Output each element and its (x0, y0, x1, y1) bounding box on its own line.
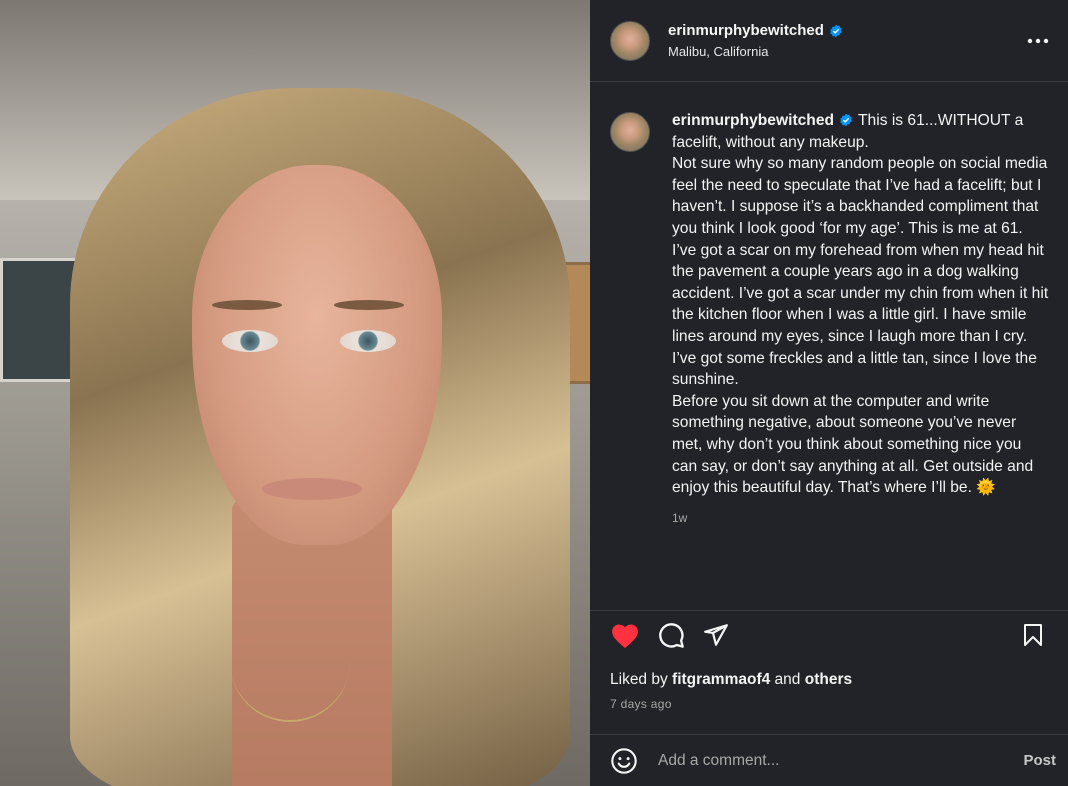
post-side-panel: erinmurphybewitched Malibu, California e… (590, 0, 1068, 786)
liked-by-prefix: Liked by (610, 671, 668, 688)
caption-text: This is 61...WITHOUT a facelift, without… (672, 112, 1049, 497)
sun-emoji: 🌞 (976, 479, 996, 497)
comment-input[interactable] (656, 750, 1024, 771)
post-photo[interactable] (0, 0, 590, 786)
header-location[interactable]: Malibu, California (668, 44, 1026, 59)
caption-username[interactable]: erinmurphybewitched (672, 112, 834, 129)
header-username[interactable]: erinmurphybewitched (668, 22, 824, 39)
heart-icon[interactable] (610, 622, 640, 649)
more-options-icon[interactable] (1026, 29, 1050, 53)
caption-avatar[interactable] (610, 112, 650, 152)
liked-by-others[interactable]: others (805, 671, 852, 688)
photo-brow-left (212, 300, 282, 310)
liked-by-and: and (774, 671, 801, 688)
liked-by-user[interactable]: fitgrammaof4 (672, 671, 770, 688)
caption: erinmurphybewitched This is 61...WITHOUT … (672, 110, 1050, 499)
caption-wrap: erinmurphybewitched This is 61...WITHOUT … (672, 110, 1050, 525)
verified-badge-icon (830, 24, 842, 37)
comment-icon[interactable] (657, 621, 685, 649)
photo-eye-left (222, 330, 278, 352)
post-comment-button[interactable]: Post (1023, 752, 1056, 769)
action-bar: Liked by fitgrammaof4 and others 7 days … (590, 610, 1068, 711)
post-header: erinmurphybewitched Malibu, California (590, 0, 1068, 82)
verified-badge-icon (840, 113, 852, 127)
photo-brow-right (334, 300, 404, 310)
share-icon[interactable] (702, 622, 730, 648)
comment-bar: Post (590, 734, 1068, 786)
photo-lips (262, 478, 362, 500)
caption-timestamp[interactable]: 1w (672, 511, 1050, 525)
emoji-icon[interactable] (610, 747, 638, 775)
caption-section: erinmurphybewitched This is 61...WITHOUT … (590, 82, 1068, 525)
post-view: erinmurphybewitched Malibu, California e… (0, 0, 1068, 786)
header-text: erinmurphybewitched Malibu, California (668, 22, 1026, 59)
likes-summary: Liked by fitgrammaof4 and others (610, 671, 1050, 689)
header-username-row: erinmurphybewitched (668, 22, 843, 39)
action-icons (610, 611, 1050, 659)
post-date[interactable]: 7 days ago (610, 697, 1050, 711)
bookmark-icon[interactable] (1021, 622, 1045, 648)
photo-eye-right (340, 330, 396, 352)
avatar[interactable] (610, 20, 650, 61)
